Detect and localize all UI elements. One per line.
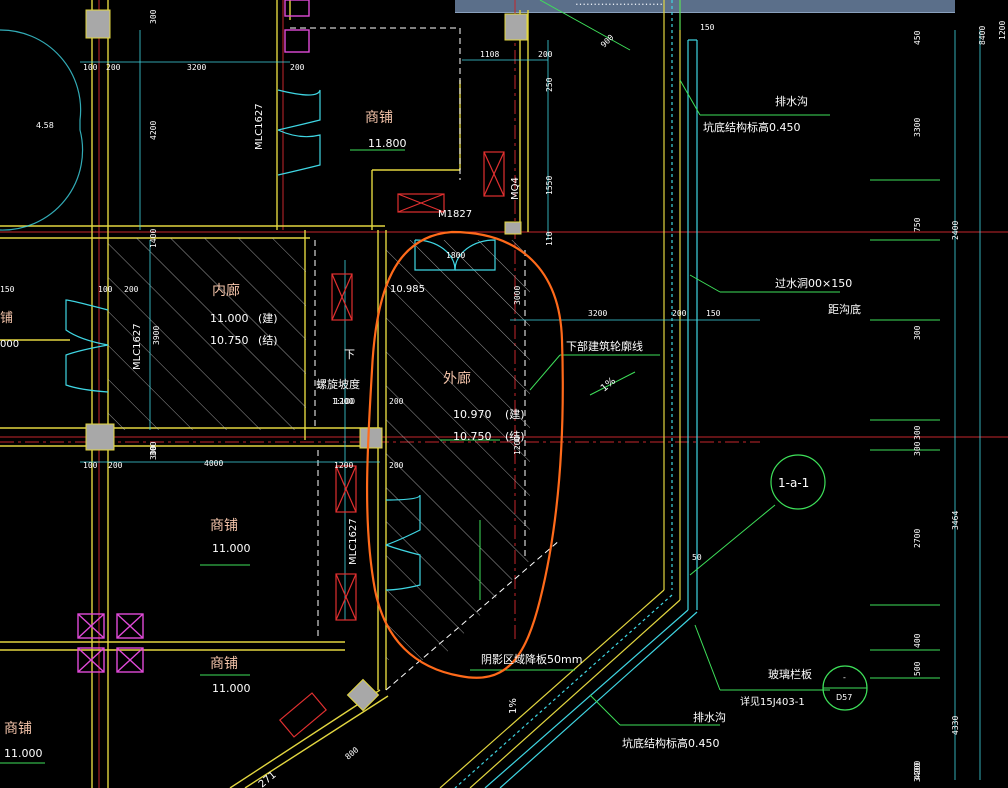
dim-200d: 200 (124, 285, 139, 294)
room-elev-shop-top: 11.800 (368, 137, 407, 150)
room-name-shop-top: 商铺 (365, 110, 393, 126)
room-name-left-cut: 铺 (0, 311, 13, 326)
note-pit-low: 坑底结构标高0.450 (622, 736, 720, 750)
note-ramp-down: 下 (344, 348, 355, 361)
dim-r2700: 2700 (913, 529, 922, 548)
note-slope: 1% (599, 376, 618, 395)
note-section: 1-a-1 (778, 476, 809, 490)
dim-r900: 900 (599, 33, 616, 50)
dim-r4200: 4200 (913, 761, 922, 780)
note-mark-450: 4.58 (36, 121, 54, 130)
dim-3200: 3200 (187, 63, 206, 72)
dim-r300a: 300 (913, 325, 922, 340)
dim-r50: 50 (692, 553, 702, 562)
door-tag-m1827: M1827 (438, 209, 472, 220)
dim-3000: 3000 (513, 286, 522, 305)
room-elev-corridor-outer-tag: (建) (505, 407, 525, 421)
room-name-corridor-outer: 外廊 (443, 370, 471, 387)
dim-3900: 3900 (152, 326, 161, 345)
door-tag-mlc-top: MLC1627 (254, 103, 265, 150)
note-spot-elev: 10.985 (390, 284, 425, 295)
dim-r450: 450 (913, 30, 922, 45)
dim-4000: 4000 (204, 459, 223, 468)
room-elev-corridor-inner: 11.000 (210, 312, 249, 325)
note-overflow: 过水洞00×150 (775, 277, 852, 290)
room-struct-corridor-inner: 10.750 (210, 334, 249, 347)
dim-r300c: 300 (913, 441, 922, 456)
dim-r1200: 1200 (998, 21, 1007, 40)
dim-110: 110 (545, 231, 554, 246)
dim-r8400: 8400 (978, 26, 987, 45)
dim-r150: 150 (700, 23, 715, 32)
dim-200h: 200 (108, 461, 123, 470)
dim-r500: 500 (913, 661, 922, 676)
dim-1108: 1108 (480, 50, 499, 59)
note-drain-low: 排水沟 (693, 710, 726, 724)
note-drain-top: 排水沟 (775, 94, 808, 108)
note-ramp: 螺旋坡度 (316, 377, 360, 391)
room-elev-shop-corner: 11.000 (4, 747, 43, 760)
room-name-shop-low: 商铺 (210, 656, 238, 672)
dim-100a: 100 (83, 63, 98, 72)
dim-150a: 150 (0, 285, 15, 294)
dim-200c: 200 (538, 50, 553, 59)
room-elev-shop-low: 11.000 (212, 682, 251, 695)
room-name-corridor-inner: 内廊 (212, 282, 240, 299)
room-elev-corridor-outer: 10.970 (453, 408, 492, 421)
dim-200b: 200 (290, 63, 305, 72)
dim-300a: 300 (149, 9, 158, 24)
note-rail: 玻璃栏板 (768, 667, 812, 681)
cad-drawing[interactable]: 商铺 11.800 内廊 11.000 (建) 10.750 (结) 外廊 10… (0, 0, 1008, 788)
dim-200e: 200 (672, 309, 687, 318)
dim-1200c: 1200 (513, 436, 522, 455)
dim-800: 800 (344, 745, 361, 761)
dim-1200b: 1200 (334, 461, 353, 470)
dim-4200: 4200 (149, 121, 158, 140)
door-tag-mq: MQ4 (510, 177, 521, 200)
room-elev-left-cut: 000 (0, 339, 19, 350)
room-struct-corridor-outer: 10.750 (453, 430, 492, 443)
dim-300c: 300 (149, 441, 158, 456)
room-struct-corridor-inner-tag: (结) (258, 334, 278, 347)
dim-100c: 100 (83, 461, 98, 470)
hatched-areas (108, 238, 530, 660)
door-tag-mlc-left: MLC1627 (132, 323, 143, 370)
dim-2400: 2400 (951, 221, 960, 240)
note-rail-ref: 详见15J403-1 (740, 695, 805, 708)
door-tag-271: 271 (257, 770, 279, 788)
note-ditch-bottom: 距沟底 (828, 302, 861, 316)
dim-100b: 100 (98, 285, 113, 294)
note-shade: 阴影区域降板50mm (481, 652, 582, 666)
note-pit-top: 坑底结构标高0.450 (703, 120, 801, 134)
door-tag-mlc-low: MLC1627 (348, 518, 359, 565)
dim-3200b: 3200 (588, 309, 607, 318)
dim-4330: 4330 (951, 716, 960, 735)
room-name-shop-mid: 商铺 (210, 518, 238, 534)
room-elev-corridor-inner-tag: (建) (258, 311, 278, 325)
dim-200a: 200 (106, 63, 121, 72)
dim-1400: 1400 (149, 229, 158, 248)
dim-r750: 750 (913, 217, 922, 232)
dim-3464: 3464 (951, 511, 960, 530)
dim-1550: 1550 (545, 176, 554, 195)
dim-r400: 400 (913, 633, 922, 648)
note-detail: D57 (836, 693, 852, 702)
dim-150b: 150 (706, 309, 721, 318)
dim-1800: 1800 (446, 251, 465, 260)
dim-250: 250 (545, 77, 554, 92)
dim-200f: 200 (389, 397, 404, 406)
note-slope-low: 1% (508, 698, 519, 714)
note-outline: 下部建筑轮廓线 (566, 339, 643, 353)
dim-r3300: 3300 (913, 118, 922, 137)
dim-200g: 200 (389, 461, 404, 470)
dim-r300b: 300 (913, 425, 922, 440)
room-elev-shop-mid: 11.000 (212, 542, 251, 555)
room-name-shop-corner: 商铺 (4, 721, 32, 737)
note-detail-top: - (843, 673, 846, 682)
dim-1200a: 1200 (334, 397, 353, 406)
